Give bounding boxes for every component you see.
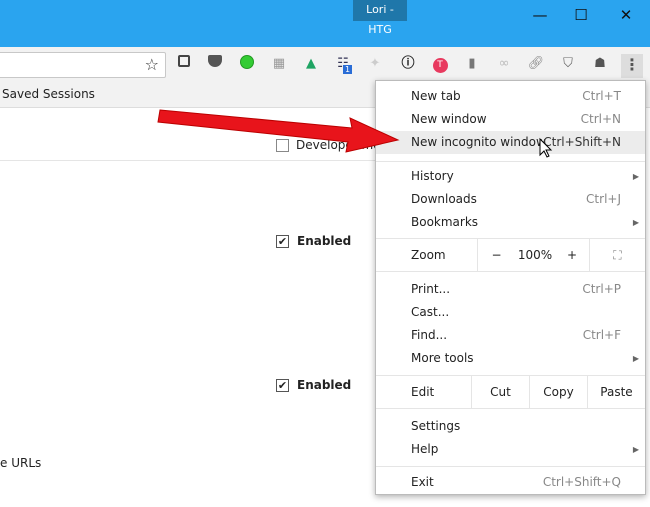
annotation-arrow: [157, 109, 553, 158]
mouse-cursor-icon: [539, 137, 553, 158]
red-arrow-icon: [157, 109, 400, 153]
